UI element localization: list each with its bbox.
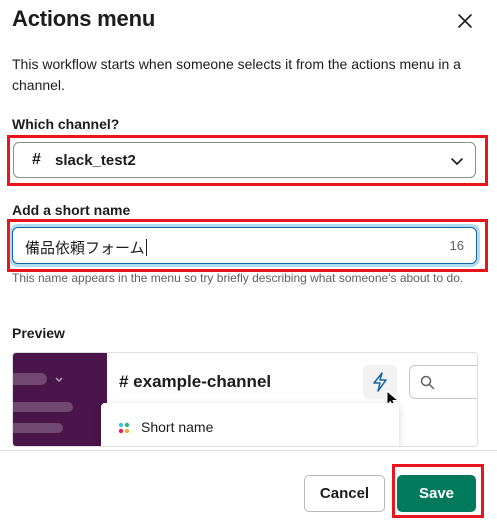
sidebar-placeholder-bar xyxy=(13,373,47,385)
text-caret xyxy=(145,239,147,256)
channel-select[interactable]: # slack_test2 xyxy=(13,142,476,178)
dialog-description: This workflow starts when someone select… xyxy=(12,56,461,93)
channel-select-value: slack_test2 xyxy=(55,152,136,169)
preview-panel: # example-channel Short name xyxy=(12,352,478,447)
dialog-title: Actions menu xyxy=(12,6,156,31)
chevron-down-icon xyxy=(55,377,63,383)
short-name-value: 備品依頼フォーム xyxy=(25,240,145,257)
sidebar-placeholder-bar xyxy=(13,402,73,412)
save-button[interactable]: Save xyxy=(397,475,476,512)
preview-channel-name: # example-channel xyxy=(119,372,272,391)
preview-sidebar xyxy=(13,353,107,446)
sidebar-placeholder-bar xyxy=(13,423,63,433)
short-name-label: Add a short name xyxy=(12,202,131,218)
slack-app-icon xyxy=(118,422,130,434)
char-counter: 16 xyxy=(449,238,464,253)
footer-divider xyxy=(0,450,497,451)
cancel-button[interactable]: Cancel xyxy=(304,475,385,512)
close-icon xyxy=(458,14,472,28)
search-icon xyxy=(420,375,435,390)
chevron-down-icon xyxy=(451,158,463,165)
preview-label: Preview xyxy=(12,325,65,341)
preview-search-box xyxy=(409,365,477,399)
close-button[interactable] xyxy=(452,8,478,34)
short-name-input[interactable]: 備品依頼フォーム 16 xyxy=(12,227,477,264)
preview-actions-menu: Short name xyxy=(101,403,399,446)
preview-menu-item: Short name xyxy=(141,419,214,435)
channel-label: Which channel? xyxy=(12,116,120,132)
lightning-bolt-icon xyxy=(373,372,387,392)
channel-hash: # xyxy=(32,151,41,168)
short-name-help-text: This name appears in the menu so try bri… xyxy=(12,271,464,285)
